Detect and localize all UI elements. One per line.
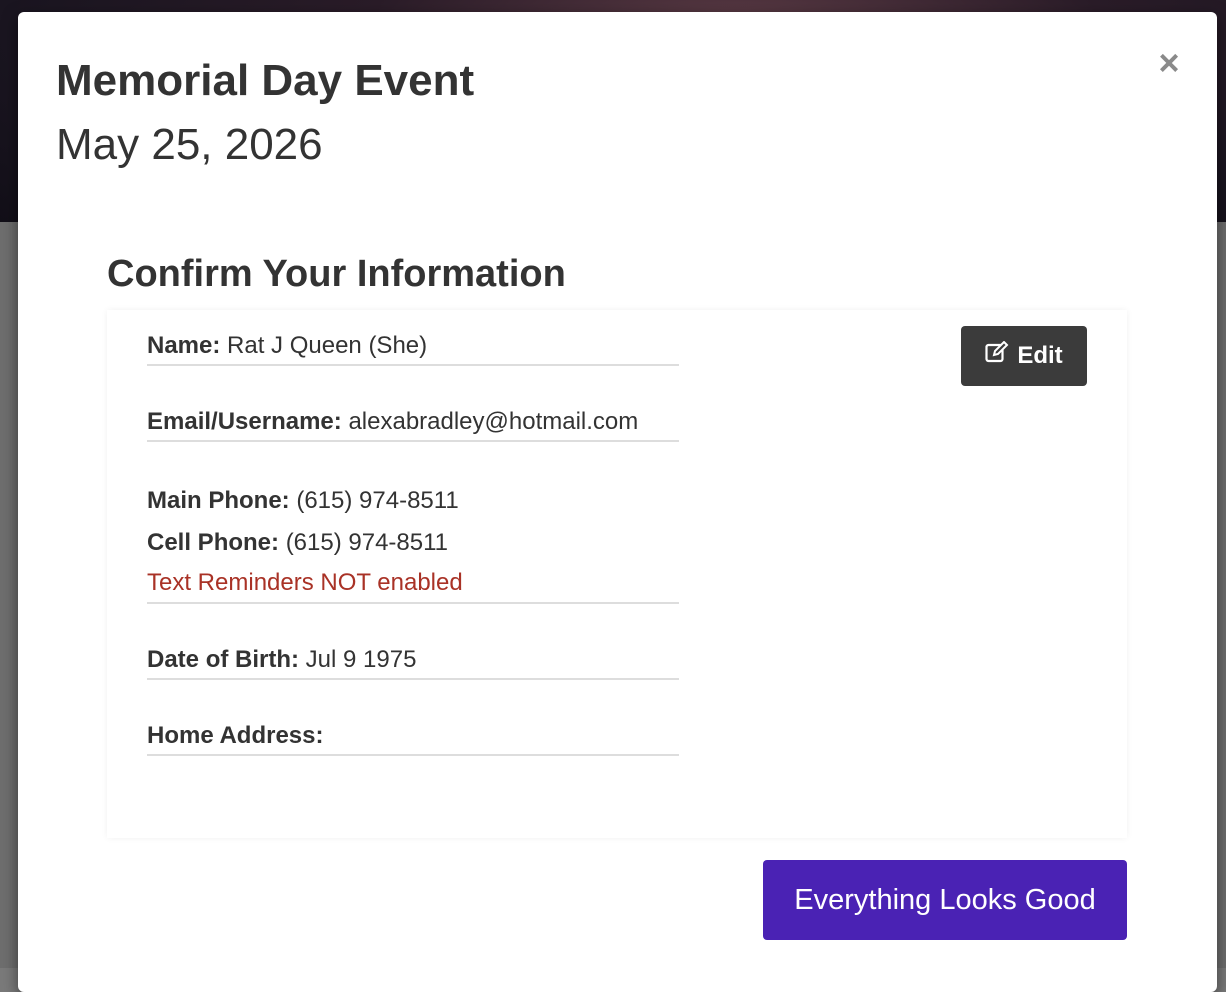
edit-button[interactable]: Edit <box>961 326 1087 386</box>
name-label: Name: <box>147 332 221 359</box>
section-heading: Confirm Your Information <box>107 253 566 295</box>
email-row: Email/Username: alexabradley@hotmail.com <box>147 404 679 442</box>
edit-label: Edit <box>1017 342 1063 369</box>
main-phone-label: Main Phone: <box>147 487 290 514</box>
edit-icon <box>985 326 1009 386</box>
name-value: Rat J Queen (She) <box>227 332 428 359</box>
main-phone-value: (615) 974-8511 <box>296 487 459 514</box>
cell-phone-value: (615) 974-8511 <box>285 529 449 556</box>
phone-row: Main Phone: (615) 974-8511 Cell Phone: (… <box>147 480 679 604</box>
info-card: Edit Name: Rat J Queen (She) Email/Usern… <box>107 310 1127 838</box>
address-label: Home Address: <box>147 722 324 749</box>
event-date: May 25, 2026 <box>56 120 323 169</box>
address-row: Home Address: <box>147 718 679 756</box>
modal-title: Memorial Day Event <box>56 56 475 105</box>
cell-phone-line: Cell Phone: (615) 974-8511 <box>147 522 679 564</box>
dob-value: Jul 9 1975 <box>305 646 417 673</box>
event-confirmation-modal: Memorial Day Event May 25, 2026 × Confir… <box>18 12 1217 992</box>
main-phone-line: Main Phone: (615) 974-8511 <box>147 480 679 522</box>
dob-label: Date of Birth: <box>147 646 299 673</box>
text-reminders-status: Text Reminders NOT enabled <box>147 569 463 596</box>
cell-phone-label: Cell Phone: <box>147 529 280 556</box>
everything-looks-good-button[interactable]: Everything Looks Good <box>763 860 1127 940</box>
info-list: Name: Rat J Queen (She) Email/Username: … <box>147 328 679 794</box>
dob-row: Date of Birth: Jul 9 1975 <box>147 642 679 680</box>
name-row: Name: Rat J Queen (She) <box>147 328 679 366</box>
close-button[interactable]: × <box>1154 45 1184 81</box>
email-label: Email/Username: <box>147 408 342 435</box>
email-value: alexabradley@hotmail.com <box>348 408 639 435</box>
